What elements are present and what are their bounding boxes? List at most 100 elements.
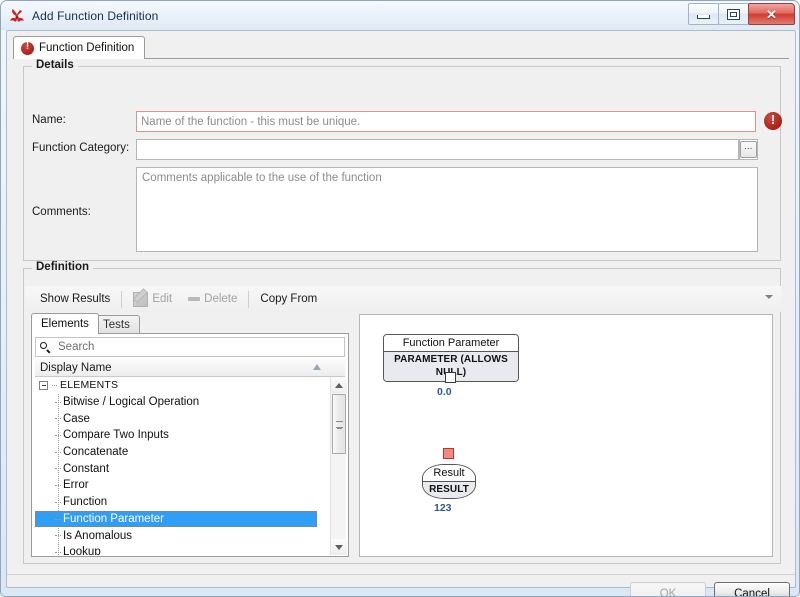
name-label: Name: [32,114,66,126]
node-subtitle: RESULT [423,482,475,498]
edit-button[interactable]: Edit [125,290,180,309]
ok-label: OK [659,588,677,597]
maximize-icon [727,8,740,20]
tree-root-elements[interactable]: ELEMENTS [35,377,328,394]
tree-item-label: Function [63,496,108,509]
scrollbar-thumb[interactable] [332,394,346,454]
comments-label: Comments: [32,206,91,218]
search-input[interactable] [56,340,340,354]
function-app-icon [10,8,24,22]
tree-item[interactable]: Case [35,410,328,427]
function-category-label: Function Category: [32,142,130,154]
tab-elements-label: Elements [41,318,89,330]
search-box[interactable] [35,337,345,357]
node-value: 0.0 [437,386,452,398]
dialog-client-area: Function Definition Details Name: Functi… [6,30,796,596]
tree-item-label: Error [63,479,89,492]
tree-item-label: Bitwise / Logical Operation [63,396,200,409]
tree-item[interactable]: Error [35,477,328,494]
elements-tree[interactable]: ELEMENTS Bitwise / Logical Operation Cas… [35,377,328,555]
minimize-button[interactable] [688,3,719,25]
tree-item[interactable]: Concatenate [35,444,328,461]
window-title: Add Function Definition [32,8,159,23]
delete-label: Delete [204,293,238,305]
node-value: 123 [434,502,452,514]
edit-label: Edit [152,293,173,305]
close-icon: ✕ [766,6,777,22]
tab-tests-label: Tests [103,318,130,331]
window-controls: ✕ [688,3,795,25]
tree-item[interactable]: Bitwise / Logical Operation [35,394,328,411]
pencil-icon [133,291,149,307]
node-input-port[interactable] [443,448,454,459]
tree-item-label: Function Parameter [63,512,164,525]
minimize-icon [697,14,710,19]
elements-panel: Display Name ELEMENTS Bitwise / Logical … [31,333,349,557]
copy-from-label: Copy From [260,293,318,305]
column-header-display-name[interactable]: Display Name [35,359,345,377]
tab-tests[interactable]: Tests [93,315,140,333]
tree-item[interactable]: Constant [35,460,328,477]
caret-down-icon [335,544,343,550]
comments-input[interactable] [136,167,758,252]
definition-canvas[interactable]: Function Parameter PARAMETER (ALLOWS NUL… [359,314,773,557]
copy-from-button[interactable]: Copy From [252,291,325,307]
column-header-label: Display Name [40,361,112,374]
tree-item[interactable]: Compare Two Inputs [35,427,328,444]
tab-function-definition[interactable]: Function Definition [13,36,146,59]
close-button[interactable]: ✕ [748,3,795,25]
sort-ascending-icon [313,364,321,370]
node-title: Function Parameter [384,335,518,352]
minus-icon [188,297,201,301]
footer-separator [7,574,795,575]
tree-item-label: Is Anomalous [63,529,133,542]
scroll-up-button[interactable] [331,377,347,393]
name-error-icon [764,112,782,130]
caret-up-icon [335,382,343,388]
collapse-icon[interactable] [39,380,48,390]
tree-root-label: ELEMENTS [60,379,119,392]
tree-item[interactable]: Lookup [35,544,328,555]
node-output-port[interactable] [445,372,456,383]
definition-group-title: Definition [32,261,94,273]
function-category-input[interactable] [136,139,739,160]
toolbar-separator [248,290,250,308]
tree-item-label: Compare Two Inputs [63,429,169,442]
chevron-down-icon[interactable] [765,295,773,299]
function-category-browse-button[interactable]: … [739,139,758,160]
definition-toolbar: Show Results Edit Delete Copy From [25,286,781,312]
elements-tabstrip: Elements Tests [31,313,349,334]
add-function-definition-dialog: Add Function Definition ✕ Function Defin… [0,0,800,597]
definition-group: Definition Show Results Edit Delete Copy… [23,261,781,564]
tree-dash [52,384,57,386]
tab-elements[interactable]: Elements [31,313,99,334]
node-title: Result [423,465,475,482]
search-icon [40,341,51,353]
title-bar[interactable]: Add Function Definition ✕ [1,1,799,30]
tree-item[interactable]: Is Anomalous [35,527,328,544]
main-tabstrip: Function Definition [13,36,789,60]
show-results-label: Show Results [40,293,111,305]
node-result[interactable]: Result RESULT [422,464,476,499]
tree-item-label: Concatenate [63,446,129,459]
error-icon [21,41,34,55]
name-input[interactable] [136,111,756,132]
tree-vertical-scrollbar[interactable] [330,377,347,555]
show-results-button[interactable]: Show Results [32,291,118,307]
tree-item-label: Constant [63,462,110,475]
ok-button[interactable]: OK [630,582,706,597]
toolbar-separator [121,290,123,308]
tree-item[interactable]: Function [35,494,328,511]
delete-button[interactable]: Delete [180,291,245,307]
details-group-title: Details [32,59,78,71]
tree-item-selected[interactable]: Function Parameter [35,510,317,528]
details-group: Details Name: Function Category: … Comme… [23,59,782,261]
scroll-down-button[interactable] [331,539,347,555]
ellipsis-icon: … [740,141,757,158]
tree-item-label: Case [63,412,90,425]
maximize-button[interactable] [718,3,749,25]
tree-item-label: Lookup [63,546,101,555]
cancel-label: Cancel [734,588,770,597]
tab-label: Function Definition [39,42,135,54]
cancel-button[interactable]: Cancel [714,582,790,597]
